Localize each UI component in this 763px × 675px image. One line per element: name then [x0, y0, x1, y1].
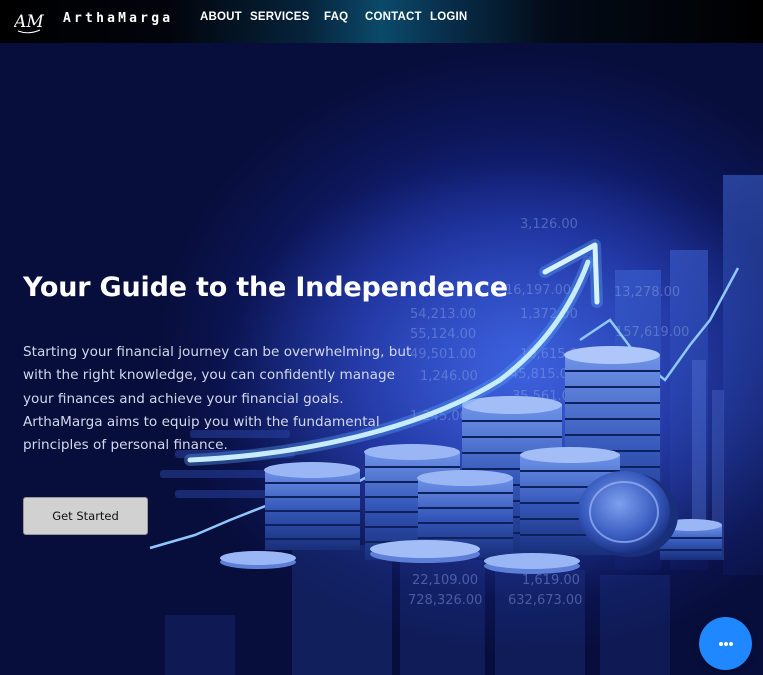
- svg-text:AM: AM: [14, 12, 44, 32]
- top-navbar: AM ArthaMarga ABOUT SERVICES FAQ CONTACT…: [0, 0, 763, 43]
- nav-item-login[interactable]: LOGIN: [430, 11, 467, 23]
- nav-item-services[interactable]: SERVICES: [250, 11, 310, 23]
- brand-logo-icon[interactable]: AM: [14, 6, 44, 36]
- nav-item-contact[interactable]: CONTACT: [365, 11, 422, 23]
- chat-dots-icon: [718, 641, 733, 646]
- hero-description: Starting your financial journey can be o…: [23, 344, 412, 454]
- nav-item-faq[interactable]: FAQ: [324, 11, 348, 23]
- hero-section: 3,126.00 54,213.00 55,124.00 49,501.00 1…: [0, 43, 763, 675]
- nav-item-about[interactable]: ABOUT: [200, 11, 242, 23]
- chat-button[interactable]: [699, 617, 752, 670]
- brand-name[interactable]: ArthaMarga: [63, 11, 173, 26]
- hero-title: Your Guide to the Independence: [23, 272, 508, 303]
- get-started-button[interactable]: Get Started: [23, 497, 148, 535]
